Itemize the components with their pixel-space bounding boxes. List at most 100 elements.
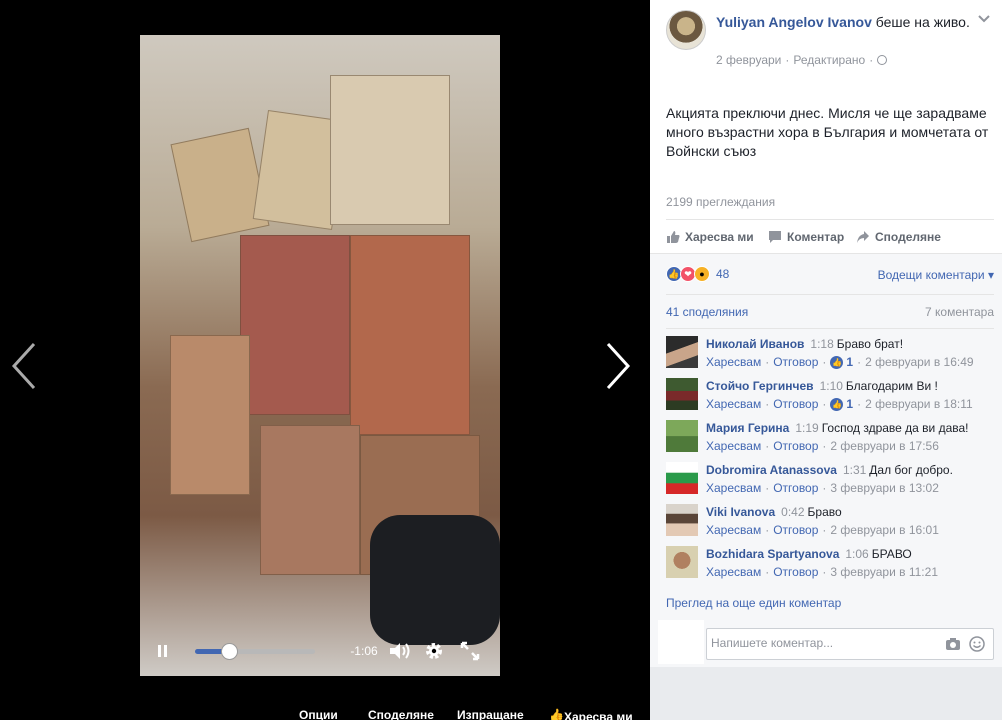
reactions-summary[interactable]: 👍 ❤ ● 48 xyxy=(666,266,729,282)
comment-timestamp[interactable]: 1:10 xyxy=(820,379,843,393)
commenter-name[interactable]: Dobromira Atanassova xyxy=(706,463,837,477)
fullscreen-icon[interactable] xyxy=(458,632,482,670)
progress-slider[interactable] xyxy=(195,643,315,660)
progress-handle[interactable] xyxy=(220,643,238,660)
camera-icon[interactable] xyxy=(945,637,961,651)
comment-reply-link[interactable]: Отговор xyxy=(773,481,818,495)
caret-down-icon: ▾ xyxy=(987,268,994,282)
reaction-count: 48 xyxy=(716,267,730,281)
comment-button-label: Коментар xyxy=(787,230,845,244)
comment-button[interactable]: Коментар xyxy=(768,230,844,244)
commenter-name[interactable]: Николай Иванов xyxy=(706,337,804,351)
comment-like-link[interactable]: Харесвам xyxy=(706,397,761,411)
pause-icon[interactable] xyxy=(154,632,172,670)
share-button-label: Споделяне xyxy=(875,230,941,244)
comment-date[interactable]: 2 февруари в 16:49 xyxy=(865,355,973,369)
comment-like-link[interactable]: Харесвам xyxy=(706,355,761,369)
commenter-avatar[interactable] xyxy=(666,336,698,368)
comment-icon xyxy=(769,231,781,243)
separator-dot: · xyxy=(765,439,770,453)
commenter-name[interactable]: Viki Ivanova xyxy=(706,505,775,519)
time-remaining: -1:06 xyxy=(350,644,378,658)
shares-count[interactable]: 41 споделяния xyxy=(666,305,748,319)
globe-icon[interactable] xyxy=(877,55,888,65)
comment-date[interactable]: 2 февруари в 17:56 xyxy=(830,439,938,453)
comment-timestamp[interactable]: 1:19 xyxy=(795,421,818,435)
commenter-name[interactable]: Мария Герина xyxy=(706,421,789,435)
post-meta: 2 февруари · Редактирано · xyxy=(716,53,888,67)
author-avatar[interactable] xyxy=(666,10,706,50)
comment-item: Стойчо Гергинчев 1:10 Благодарим Ви ! Харе… xyxy=(666,378,996,414)
video-player[interactable] xyxy=(140,35,500,676)
view-more-comments-link[interactable]: Преглед на още един коментар xyxy=(666,596,841,610)
edited-label[interactable]: Редактирано xyxy=(793,53,865,67)
previous-arrow-icon[interactable] xyxy=(10,340,40,392)
commenter-avatar[interactable] xyxy=(666,378,698,410)
commenter-avatar[interactable] xyxy=(666,462,698,494)
chevron-down-icon[interactable] xyxy=(978,12,992,23)
comment-like-link[interactable]: Харесвам xyxy=(706,481,761,495)
comment-item: Николай Иванов 1:18 Браво брат! Харесвам · О… xyxy=(666,336,996,372)
commenter-avatar[interactable] xyxy=(666,504,698,536)
comment-like-count[interactable]: 1 xyxy=(846,397,853,411)
comment-like-link[interactable]: Харесвам xyxy=(706,439,761,453)
commenter-name[interactable]: Стойчо Гергинчев xyxy=(706,379,814,393)
view-count: 2199 преглеждания xyxy=(666,195,776,209)
video-viewer: -1:06 Опции Споделяне Изпращане 👍 Харесв… xyxy=(0,0,650,720)
comment-date[interactable]: 3 февруари в 13:02 xyxy=(830,481,938,495)
divider xyxy=(666,294,994,295)
top-comments-dropdown[interactable]: Водещи коментари ▾ xyxy=(878,268,994,282)
comment-item: Dobromira Atanassova 1:31 Дал бог добро. Х… xyxy=(666,462,996,498)
commenter-avatar[interactable] xyxy=(666,420,698,452)
author-name[interactable]: Yuliyan Angelov Ivanov xyxy=(716,14,872,30)
comment-timestamp[interactable]: 1:06 xyxy=(845,547,868,561)
comment-composer xyxy=(706,628,994,660)
comment-like-link[interactable]: Харесвам xyxy=(706,523,761,537)
comment-reply-link[interactable]: Отговор xyxy=(773,397,818,411)
panel-footer-area xyxy=(650,667,1002,720)
embed-link[interactable]: Изпращане xyxy=(457,708,524,720)
post-header: Yuliyan Angelov Ivanov беше на живо. xyxy=(716,13,976,32)
post-date[interactable]: 2 февруари xyxy=(716,53,781,67)
post-text: Акцията преключи днес. Мисля че ще зарад… xyxy=(666,105,989,159)
emoji-icon[interactable] xyxy=(969,636,985,652)
comment-reply-link[interactable]: Отговор xyxy=(773,523,818,537)
like-button[interactable]: Харесва ми xyxy=(666,230,754,244)
comment-reply-link[interactable]: Отговор xyxy=(773,439,818,453)
separator-dot: · xyxy=(765,523,770,537)
next-arrow-icon[interactable] xyxy=(602,340,632,392)
comment-date[interactable]: 2 февруари в 18:11 xyxy=(865,397,973,411)
comment-timestamp[interactable]: 1:31 xyxy=(843,463,866,477)
settings-gear-icon[interactable] xyxy=(422,632,446,670)
share-button[interactable]: Споделяне xyxy=(856,230,941,244)
like-link-label: Харесва ми xyxy=(563,710,633,720)
comment-date[interactable]: 3 февруари в 11:21 xyxy=(830,565,938,579)
comments-section: 👍 ❤ ● 48 Водещи коментари ▾ 41 споделяни… xyxy=(650,253,1002,667)
thumbs-up-icon xyxy=(667,231,680,243)
comment-timestamp[interactable]: 1:18 xyxy=(810,337,833,351)
separator-dot: · xyxy=(857,355,862,369)
separator-dot: · xyxy=(822,565,827,579)
share-arrow-icon xyxy=(857,231,869,243)
divider xyxy=(666,328,994,329)
like-badge-icon: 👍 xyxy=(830,397,844,411)
comment-reply-link[interactable]: Отговор xyxy=(773,355,818,369)
separator-dot: · xyxy=(765,397,770,411)
comment-item: Viki Ivanova 0:42 Браво Харесвам · Отговор · 2… xyxy=(666,504,996,540)
comment-reply-link[interactable]: Отговор xyxy=(773,565,818,579)
like-button-label: Харесва ми xyxy=(685,230,754,244)
separator-dot: · xyxy=(822,355,827,369)
comment-timestamp[interactable]: 0:42 xyxy=(781,505,804,519)
commenter-name[interactable]: Bozhidara Spartyanova xyxy=(706,547,839,561)
comment-input[interactable] xyxy=(711,636,931,650)
options-link[interactable]: Опции xyxy=(299,708,338,720)
comment-date[interactable]: 2 февруари в 16:01 xyxy=(830,523,938,537)
comment-like-link[interactable]: Харесвам xyxy=(706,565,761,579)
separator-dot: · xyxy=(765,355,770,369)
volume-icon[interactable] xyxy=(388,632,412,670)
commenter-avatar[interactable] xyxy=(666,546,698,578)
share-link[interactable]: Споделяне xyxy=(368,708,434,720)
separator-dot: · xyxy=(822,439,827,453)
comment-like-count[interactable]: 1 xyxy=(846,355,853,369)
like-link[interactable]: 👍 Харесва ми xyxy=(549,708,633,720)
